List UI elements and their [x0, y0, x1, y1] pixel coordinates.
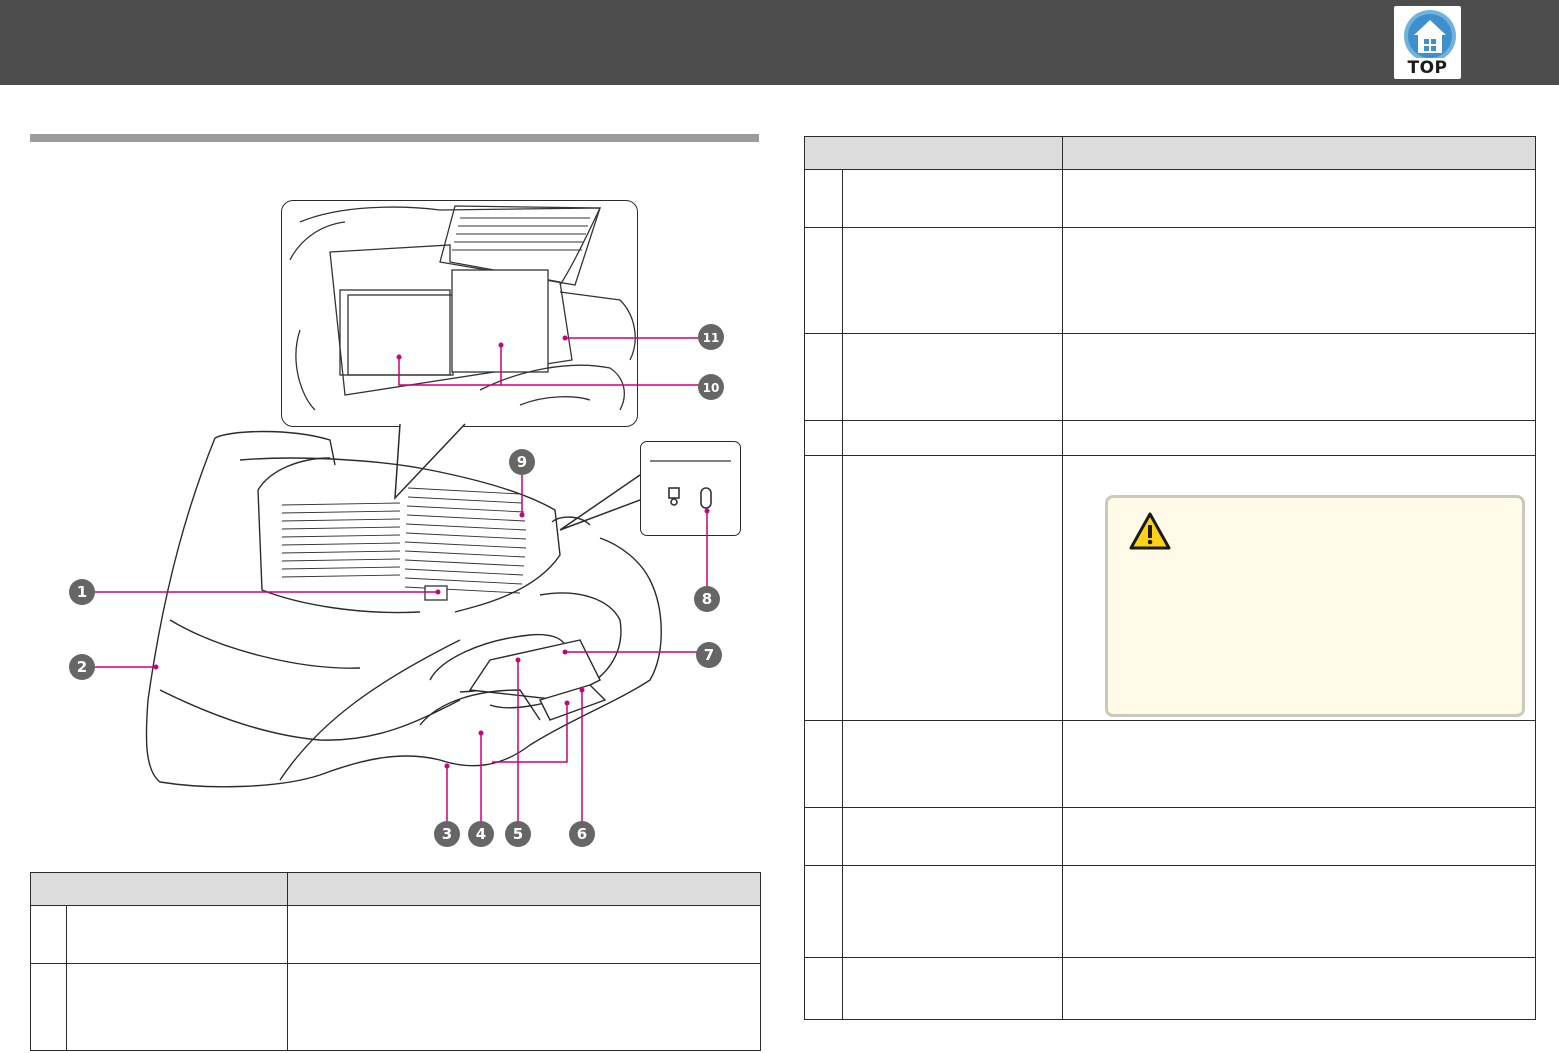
table-row: [804, 865, 1536, 958]
table-row: [804, 333, 1536, 421]
row-number: [804, 333, 843, 421]
header-name: [804, 136, 1063, 170]
filter-grille: [452, 217, 590, 251]
row-name: [842, 420, 1063, 456]
callout-num-2: 2: [77, 658, 87, 676]
row-name: [842, 455, 1063, 721]
table-row: [804, 807, 1536, 866]
row-number: [804, 169, 843, 228]
table-row: [804, 420, 1536, 456]
row-number: [804, 807, 843, 866]
table-row: [30, 963, 761, 1051]
row-number: [804, 865, 843, 958]
row-number: [804, 227, 843, 334]
row-number: [804, 957, 843, 1020]
row-function: [1062, 420, 1536, 456]
header-name: [30, 872, 288, 906]
callout-num-9: 9: [517, 453, 527, 471]
row-name: [66, 905, 288, 964]
table-row: [804, 957, 1536, 1020]
callout-num-6: 6: [577, 825, 587, 843]
row-function: [1062, 865, 1536, 958]
callout-num-10: 10: [703, 381, 720, 395]
callout-num-11: 11: [703, 331, 720, 345]
caution-box: [1105, 495, 1525, 717]
callout-pointer: [394, 423, 466, 501]
table-row: [30, 905, 761, 964]
row-number: [30, 905, 67, 964]
row-name: [842, 957, 1063, 1020]
row-function: [1062, 720, 1536, 808]
body-vents: [281, 487, 527, 594]
row-function: [1062, 169, 1536, 228]
row-name: [842, 865, 1063, 958]
callout-num-3: 3: [442, 825, 452, 843]
table-row: [804, 169, 1536, 228]
table-header-row: [30, 872, 761, 906]
row-function: [1062, 333, 1536, 421]
row-function: [1062, 957, 1536, 1020]
table-header-row: [804, 136, 1536, 170]
callout-num-7: 7: [704, 646, 714, 664]
row-name: [842, 169, 1063, 228]
callout-num-4: 4: [476, 825, 486, 843]
table-row: [804, 227, 1536, 334]
callout-num-8: 8: [702, 590, 712, 608]
callout-num-1: 1: [77, 583, 87, 601]
row-name: [842, 227, 1063, 334]
port-pointer: [559, 474, 641, 531]
table-row: [804, 720, 1536, 808]
row-function: [1062, 227, 1536, 334]
row-number: [804, 420, 843, 456]
header-function: [287, 872, 761, 906]
row-function: [287, 905, 761, 964]
row-number: [804, 720, 843, 808]
row-name: [842, 333, 1063, 421]
row-name: [842, 807, 1063, 866]
security-cable-hole-icon: [700, 487, 712, 509]
security-slot-icon: [668, 487, 680, 506]
row-function: [1062, 807, 1536, 866]
callout-numbers: 1 2 3 4 5 6 7 8 9 10 11: [77, 331, 720, 843]
row-name: [842, 720, 1063, 808]
row-number: [30, 963, 67, 1051]
warning-icon: [1129, 512, 1171, 550]
row-function: [287, 963, 761, 1051]
header-function: [1062, 136, 1536, 170]
parts-table-left: [30, 872, 761, 1051]
filter-detail-drawing: [289, 205, 636, 411]
callout-markers: [69, 324, 724, 847]
leader-lines: [94, 337, 708, 822]
row-name: [66, 963, 288, 1051]
callout-num-5: 5: [513, 825, 523, 843]
row-number: [804, 455, 843, 721]
